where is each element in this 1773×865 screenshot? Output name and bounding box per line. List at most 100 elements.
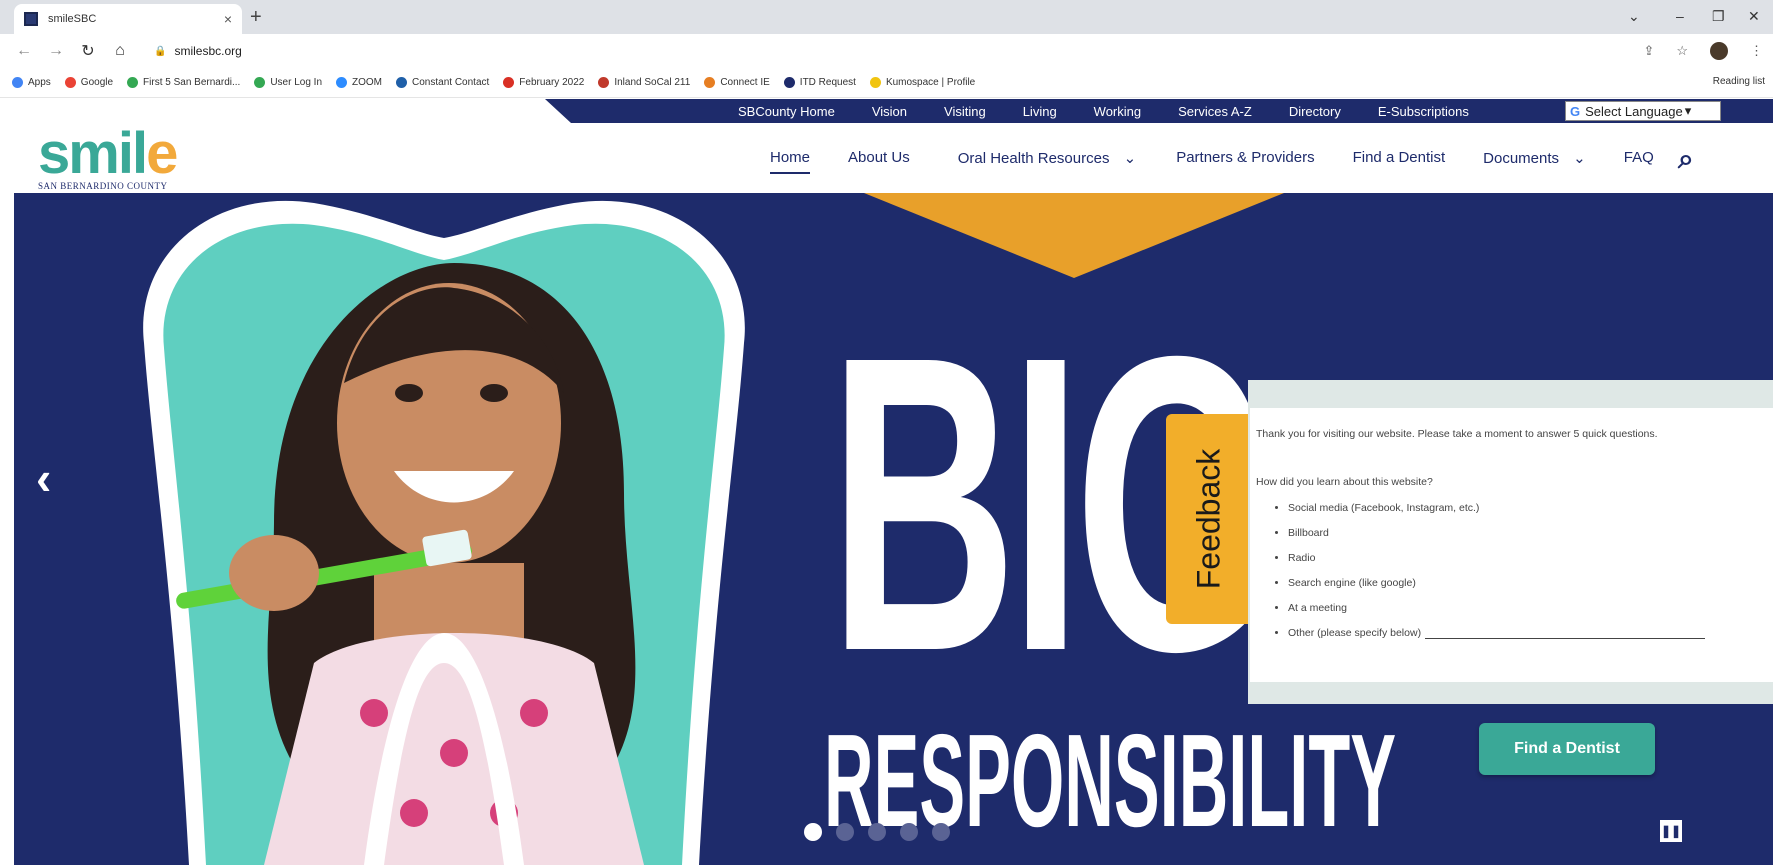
chevron-down-icon: ⌄ [1569,150,1586,167]
nav-item-label: About Us [848,149,910,166]
restore-icon[interactable]: ❐ [1712,8,1725,25]
bookmark-favicon-icon [254,77,266,88]
bookmark-star-icon[interactable]: ☆ [1676,43,1688,59]
language-select[interactable]: G Select Language ▾ [1565,101,1721,121]
bookmark-item[interactable]: Google [64,77,114,88]
nav-item[interactable]: Documents ⌄ [1483,149,1586,167]
utility-link[interactable]: Living [1023,104,1057,119]
feedback-option[interactable]: Billboard [1288,527,1705,539]
nav-item[interactable]: Find a Dentist [1353,149,1446,167]
url-field[interactable]: 🔒 smilesbc.org [154,44,242,58]
feedback-option-label: Other (please specify below) [1288,627,1422,639]
county-utility-bar: SBCounty Home Vision Visiting Living Working… [0,99,1773,123]
nav-item-label: Partners & Providers [1176,149,1315,166]
slider-prev-chevron-icon[interactable]: ‹ [36,451,51,505]
reading-list-button[interactable]: Reading list [1713,76,1765,87]
pause-icon[interactable]: ❚❚ [1660,820,1682,842]
feedback-option[interactable]: Radio [1288,552,1705,564]
nav-item-label: Oral Health Resources [957,150,1110,167]
bookmark-item[interactable]: February 2022 [503,77,584,88]
feedback-option[interactable]: Search engine (like google) [1288,577,1705,589]
bookmark-item[interactable]: Apps [12,77,51,88]
nav-item[interactable]: About Us [848,149,910,167]
url-text: smilesbc.org [174,44,242,58]
minimize-icon[interactable]: – [1676,8,1684,24]
feedback-option-label: Social media (Facebook, Instagram, etc.) [1288,502,1480,514]
slider-dot[interactable] [804,823,822,841]
share-icon[interactable]: ⇪ [1643,43,1654,59]
nav-item[interactable]: Oral Health Resources ⌄ [958,149,1136,167]
bookmark-favicon-icon [396,77,408,88]
nav-item-label: Documents [1483,150,1560,167]
utility-link[interactable]: Working [1094,104,1141,119]
feedback-option-label: At a meeting [1288,602,1347,614]
bookmark-item[interactable]: Connect IE [704,77,770,88]
bookmark-label: ITD Request [799,77,856,88]
feedback-option[interactable]: Other (please specify below) [1288,627,1706,639]
utility-link[interactable]: Services A-Z [1178,104,1252,119]
lock-icon: 🔒 [154,45,167,57]
bookmark-label: User Log In [270,77,323,88]
bookmark-favicon-icon [598,77,610,88]
forward-icon[interactable]: → [48,42,64,60]
chevron-down-icon: ⌄ [1119,150,1137,167]
feedback-tab[interactable]: Feedback [1166,414,1252,624]
logo-text-accent: e [146,121,178,186]
new-tab-button[interactable]: + [250,6,262,29]
browser-tab[interactable]: smileSBC × [14,4,242,34]
tab-search-icon[interactable]: ⌄ [1628,8,1640,25]
bookmark-item[interactable]: Inland SoCal 211 [598,77,690,88]
utility-link[interactable]: Visiting [944,104,986,119]
nav-item[interactable]: Home [770,149,811,174]
feedback-intro: Thank you for visiting our website. Plea… [1256,428,1658,440]
bookmark-item[interactable]: Constant Contact [396,77,489,88]
site-logo[interactable]: smile SAN BERNARDINO COUNTY [38,121,178,192]
tooth-graphic [143,200,745,865]
window-close-icon[interactable]: ✕ [1748,8,1760,25]
nav-item[interactable]: FAQ [1624,149,1654,167]
reload-icon[interactable]: ↻ [80,41,96,61]
bookmark-label: Google [80,77,114,88]
bookmark-favicon-icon [64,77,76,88]
site-favicon-icon [24,12,38,26]
bookmark-favicon-icon [704,77,716,88]
utility-link[interactable]: SBCounty Home [738,104,835,119]
browser-tab-strip: smileSBC × + ⌄ – ❐ ✕ [0,0,1773,34]
slider-dot[interactable] [900,823,918,841]
bookmark-label: ZOOM [352,77,383,88]
search-icon[interactable]: ⌕ [1678,143,1694,176]
back-icon[interactable]: ← [16,42,32,60]
tab-title: smileSBC [48,13,97,25]
bookmark-label: Kumospace | Profile [885,77,976,88]
nav-item[interactable]: Partners & Providers [1176,149,1314,167]
bookmark-item[interactable]: User Log In [254,77,322,88]
home-icon[interactable]: ⌂ [112,42,128,60]
close-tab-icon[interactable]: × [224,11,232,27]
bookmark-item[interactable]: ITD Request [783,77,856,88]
slider-dot[interactable] [932,823,950,841]
bookmark-item[interactable]: Kumospace | Profile [869,77,976,88]
find-a-dentist-button[interactable]: Find a Dentist [1479,723,1655,775]
nav-item-label: FAQ [1623,149,1654,166]
main-navigation: Home About Us Oral Health Resources ⌄ Partn… [770,149,1654,174]
slider-dot[interactable] [836,823,854,841]
chevron-down-icon: ▾ [1684,103,1692,118]
slider-dot[interactable] [868,823,886,841]
other-specify-line[interactable] [1425,638,1706,639]
feedback-option-label: Radio [1288,552,1316,564]
bookmark-label: Connect IE [720,77,770,88]
bookmark-favicon-icon [503,77,515,88]
browser-menu-icon[interactable]: ⋮ [1750,43,1763,59]
bookmark-favicon-icon [336,77,348,88]
utility-link[interactable]: Directory [1289,104,1341,119]
bookmark-item[interactable]: First 5 San Bernardi... [127,77,240,88]
feedback-option-label: Search engine (like google) [1288,577,1416,589]
profile-avatar[interactable] [1710,42,1728,60]
bookmark-item[interactable]: ZOOM [336,77,382,88]
utility-link[interactable]: Vision [872,104,907,119]
logo-wordmark: smile [38,121,178,186]
feedback-option[interactable]: At a meeting [1288,602,1705,614]
feedback-option[interactable]: Social media (Facebook, Instagram, etc.) [1288,502,1705,514]
utility-link[interactable]: E-Subscriptions [1378,104,1469,119]
bookmark-favicon-icon [12,77,23,88]
